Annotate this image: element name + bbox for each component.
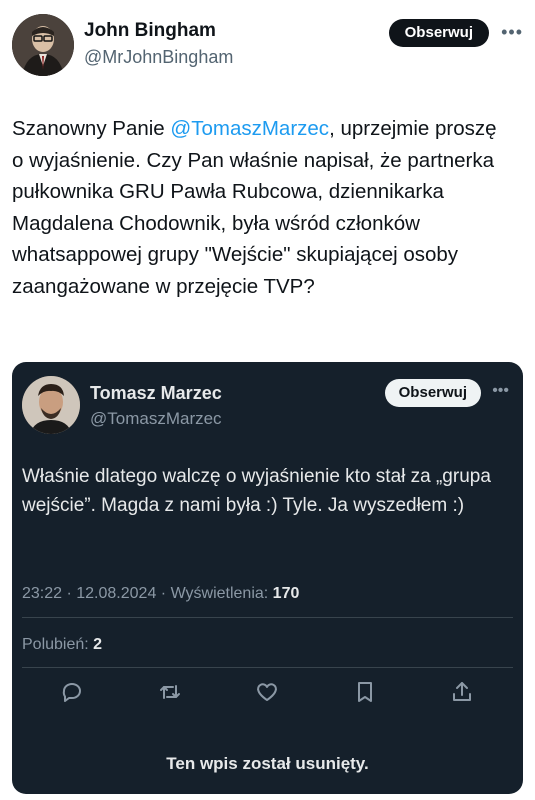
retweet-icon[interactable] (158, 680, 184, 706)
quoted-author-avatar[interactable] (22, 376, 80, 434)
views-label: Wyświetlenia: (170, 585, 273, 602)
quoted-author-handle[interactable]: @TomaszMarzec (90, 408, 222, 430)
action-bar (12, 680, 523, 710)
mention-link[interactable]: @TomaszMarzec (170, 117, 329, 140)
likes-label: Polubień: (22, 636, 94, 653)
divider (22, 617, 513, 618)
quoted-author-display-name[interactable]: Tomasz Marzec (90, 382, 222, 404)
quoted-author-names: Tomasz Marzec @TomaszMarzec (90, 382, 222, 430)
divider (22, 667, 513, 668)
heart-icon[interactable] (255, 680, 281, 706)
tweet-metadata: 23:22 · 12.08.2024 · Wyświetlenia: 170 (22, 584, 299, 604)
quoted-tweet-card[interactable]: Tomasz Marzec @TomaszMarzec Obserwuj •••… (12, 362, 523, 794)
author-avatar[interactable] (12, 14, 74, 76)
quoted-follow-button[interactable]: Obserwuj (384, 379, 481, 407)
quoted-tweet-text: Właśnie dlatego walczę o wyjaśnienie kto… (22, 466, 491, 516)
bookmark-icon[interactable] (353, 680, 379, 706)
likes-count: 2 (93, 636, 103, 653)
tweet-header: John Bingham @MrJohnBingham Obserwuj ••• (12, 14, 523, 78)
tweet-timestamp[interactable]: 23:22 · 12.08.2024 · (22, 585, 171, 602)
author-handle[interactable]: @MrJohnBingham (84, 45, 233, 69)
deleted-notice: Ten wpis został usunięty. (166, 754, 369, 773)
author-display-name[interactable]: John Bingham (84, 20, 233, 42)
follow-button[interactable]: Obserwuj (388, 19, 489, 47)
more-icon[interactable]: ••• (501, 22, 523, 43)
tweet-text-start: Szanowny Panie (12, 117, 171, 140)
share-icon[interactable] (450, 680, 476, 706)
author-names: John Bingham @MrJohnBingham (84, 20, 233, 69)
quoted-more-icon[interactable]: ••• (492, 382, 509, 400)
reply-icon[interactable] (60, 680, 86, 706)
tweet-text: Szanowny Panie @TomaszMarzec, uprzejmie … (12, 113, 512, 302)
tweet-text-rest: , uprzejmie proszę o wyjaśnienie. Czy Pa… (12, 117, 497, 298)
likes-row[interactable]: Polubień: 2 (22, 635, 102, 655)
views-count: 170 (272, 585, 300, 602)
